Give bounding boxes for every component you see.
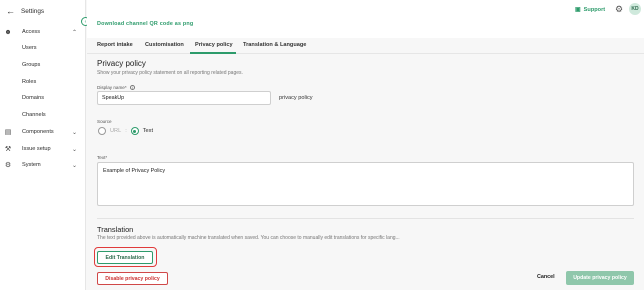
text-label: Text* [97,155,108,160]
tab-report-intake[interactable]: Report intake [97,42,133,48]
divider [97,218,634,219]
tab-translation-language[interactable]: Translation & Language [243,42,306,48]
display-name-label: Display name* i [97,85,135,90]
gear-icon[interactable]: ⚙ [615,4,623,15]
sidebar-subitem-roles[interactable]: Roles [22,79,36,85]
translation-title: Translation [97,225,134,234]
support-icon: ▣ [575,7,581,13]
active-tab-indicator [190,52,236,54]
download-qr-link[interactable]: Download channel QR code as png [97,21,193,27]
settings-back[interactable]: ← Settings [6,6,44,16]
source-url-label[interactable]: URL [110,128,121,134]
sidebar-item-label: Components [22,129,54,135]
source-text-radio[interactable] [130,127,139,135]
tab-customisation[interactable]: Customisation [145,42,184,48]
sidebar-item-issue-setup[interactable]: ⚒ Issue setup ⌄ [0,142,86,156]
users-group-icon: ☻ [4,28,12,36]
display-name-input[interactable]: SpeakUp [97,91,271,105]
edit-translation-button[interactable]: Edit Translation [97,251,153,264]
translation-subtitle: The text provided above is automatically… [97,235,400,241]
source-text-label[interactable]: Text [143,128,153,134]
gear-icon: ⚙ [4,162,12,169]
info-icon[interactable]: i [129,85,135,90]
database-icon: ▤ [4,129,12,136]
sidebar-item-label: Issue setup [22,146,51,152]
chevron-down-icon[interactable]: ⌄ [72,129,77,136]
chevron-down-icon[interactable]: ⌄ [72,146,77,153]
source-label: Source [97,119,112,124]
disable-privacy-policy-button[interactable]: Disable privacy policy [97,272,168,285]
sidebar: ← Settings ☻ Access ⌃ Users Groups Roles… [0,0,86,290]
tab-bar: Report intake Customisation Privacy poli… [87,38,644,54]
section-title: Privacy policy [97,59,146,68]
chevron-down-icon[interactable]: ⌄ [72,162,77,169]
source-url-radio[interactable] [98,127,106,135]
source-radio-group: URL : Text [98,127,153,135]
display-name-suffix: privacy policy [279,95,313,101]
sidebar-item-access[interactable]: ☻ Access ⌃ [0,25,86,39]
sidebar-subitem-groups[interactable]: Groups [22,62,40,68]
avatar[interactable]: KD [629,3,641,15]
sidebar-subitem-domains[interactable]: Domains [22,95,44,101]
section-subtitle: Show your privacy policy statement on al… [97,70,243,76]
display-name-label-text: Display name* [97,85,127,90]
tab-privacy-policy[interactable]: Privacy policy [195,42,233,48]
support-button[interactable]: ▣ Support [575,6,606,14]
colon-sep: : [125,128,127,134]
sidebar-title: Settings [21,7,45,15]
cancel-button[interactable]: Cancel [537,274,555,280]
sidebar-item-label: Access [22,29,41,35]
sidebar-subitem-users[interactable]: Users [22,45,37,51]
tools-icon: ⚒ [4,146,12,153]
update-privacy-policy-button[interactable]: Update privacy policy [566,271,634,285]
chevron-up-icon[interactable]: ⌃ [72,29,77,36]
sidebar-item-label: System [22,162,41,168]
policy-text-area[interactable]: Example of Privacy Policy [97,162,634,206]
support-label: Support [583,6,606,13]
top-bar: Download channel QR code as png ▣ Suppor… [87,0,644,38]
sidebar-item-system[interactable]: ⚙ System ⌄ [0,158,86,172]
arrow-left-icon[interactable]: ← [6,6,15,16]
sidebar-item-components[interactable]: ▤ Components ⌄ [0,125,86,139]
sidebar-subitem-channels[interactable]: Channels [22,112,46,118]
